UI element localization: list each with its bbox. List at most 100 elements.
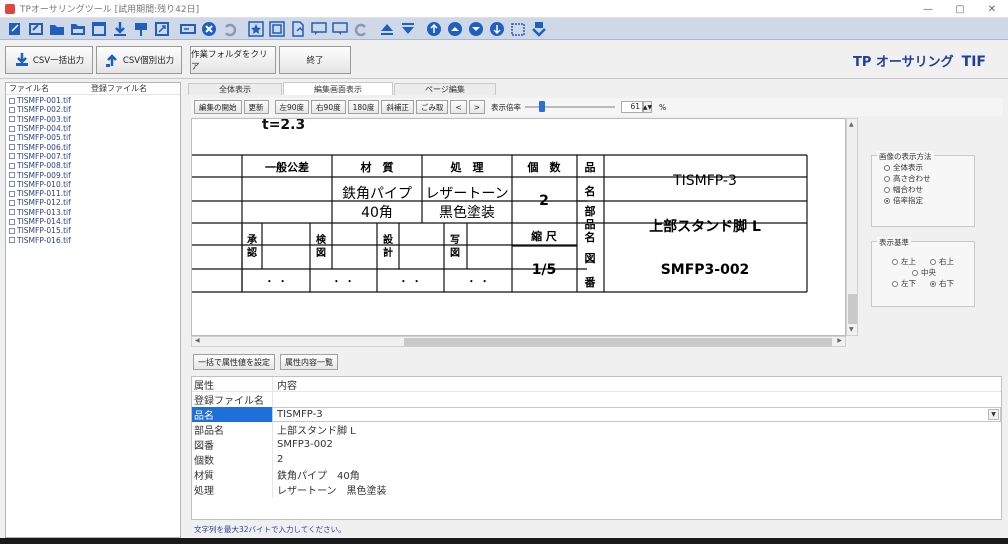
- file-checkbox[interactable]: [9, 162, 15, 169]
- file-checkbox[interactable]: [9, 116, 15, 123]
- file-list-item[interactable]: TISMFP-011.tif: [6, 189, 180, 198]
- file-checkbox[interactable]: [9, 227, 15, 234]
- tab-overview[interactable]: 全体表示: [188, 83, 282, 95]
- comment-icon[interactable]: [310, 21, 328, 37]
- arrow-up-icon[interactable]: [378, 21, 396, 37]
- redo-icon[interactable]: [352, 21, 370, 37]
- attribute-row[interactable]: 材質 鉄角パイプ 40角: [192, 467, 1001, 482]
- drawing-canvas[interactable]: t=2.3 一般公差 材 質 処 理 個 数 品 名 部 品 名 鉄角パイプ 4…: [191, 118, 846, 336]
- window2-icon[interactable]: [509, 21, 527, 37]
- rotate-180-button[interactable]: 180度: [347, 100, 380, 114]
- file-list-item[interactable]: TISMFP-007.tif: [6, 152, 180, 161]
- copy-icon[interactable]: [268, 20, 286, 37]
- file-checkbox[interactable]: [9, 134, 15, 141]
- window-icon[interactable]: [90, 21, 108, 37]
- import-icon[interactable]: [132, 21, 150, 37]
- attribute-list-button[interactable]: 属性内容一覧: [280, 354, 338, 370]
- file-checkbox[interactable]: [9, 181, 15, 188]
- horizontal-scroll-thumb[interactable]: [404, 338, 832, 346]
- tab-page-edit[interactable]: ページ編集: [394, 83, 496, 95]
- origin-center-radio[interactable]: 中央: [912, 267, 936, 278]
- attribute-value[interactable]: TISMFP-3 ▼: [272, 407, 1001, 422]
- download-icon[interactable]: [111, 21, 129, 37]
- nav1-icon[interactable]: [425, 21, 443, 37]
- rotate-left-button[interactable]: 左90度: [274, 100, 310, 114]
- file-list-item[interactable]: TISMFP-009.tif: [6, 170, 180, 180]
- display-method-radio[interactable]: 高さ合わせ: [884, 173, 974, 184]
- file-checkbox[interactable]: [9, 97, 15, 104]
- chevron-down-icon[interactable]: ▼: [988, 409, 999, 420]
- denoise-button[interactable]: ごみ取: [415, 100, 449, 114]
- file-checkbox[interactable]: [9, 209, 15, 216]
- nav-down2-icon[interactable]: [488, 21, 506, 37]
- bulk-set-attributes-button[interactable]: 一括で属性値を設定: [193, 354, 275, 370]
- save-icon[interactable]: [530, 21, 548, 37]
- file-list-item[interactable]: TISMFP-014.tif: [6, 217, 180, 226]
- attribute-row[interactable]: 品名 TISMFP-3 ▼: [192, 407, 1001, 422]
- star-icon[interactable]: [247, 20, 265, 37]
- display-method-radio[interactable]: 全体表示: [884, 162, 974, 173]
- scroll-up-icon[interactable]: ▲: [849, 121, 854, 128]
- attribute-value[interactable]: 鉄角パイプ 40角: [272, 467, 1001, 482]
- canvas-horizontal-scrollbar[interactable]: ◀ ▶: [191, 336, 846, 347]
- arrow-down-icon[interactable]: [399, 21, 417, 37]
- attribute-row[interactable]: 登録ファイル名: [192, 392, 1001, 407]
- attribute-value[interactable]: 上部スタンド脚 L: [272, 422, 1001, 437]
- file-checkbox[interactable]: [9, 237, 15, 244]
- file-list-item[interactable]: TISMFP-002.tif: [6, 105, 180, 114]
- file-list-item[interactable]: TISMFP-012.tif: [6, 198, 180, 207]
- minimize-button[interactable]: —: [912, 0, 944, 18]
- scroll-down-icon[interactable]: ▼: [849, 326, 854, 333]
- undo-icon[interactable]: [221, 21, 239, 37]
- attribute-row[interactable]: 図番 SMFP3-002: [192, 437, 1001, 452]
- maximize-button[interactable]: ▢: [944, 0, 976, 18]
- zoom-slider-thumb[interactable]: [539, 101, 546, 112]
- file-list-item[interactable]: TISMFP-005.tif: [6, 133, 180, 142]
- origin-top-left-radio[interactable]: 左上: [892, 256, 930, 267]
- folder-open-icon[interactable]: [69, 21, 87, 37]
- file-checkbox[interactable]: [9, 153, 15, 160]
- start-edit-button[interactable]: 編集の開始: [194, 100, 242, 114]
- file-list-item[interactable]: TISMFP-010.tif: [6, 180, 180, 189]
- vertical-scroll-thumb[interactable]: [848, 294, 857, 324]
- attribute-row[interactable]: 部品名 上部スタンド脚 L: [192, 422, 1001, 437]
- zoom-input[interactable]: 61: [621, 101, 644, 113]
- close-button[interactable]: ✕: [976, 0, 1008, 18]
- attribute-row[interactable]: 処理 レザートーン 黒色塗装: [192, 482, 1001, 497]
- zoom-spinner[interactable]: ▲▼: [643, 101, 652, 113]
- file-list-item[interactable]: TISMFP-008.tif: [6, 161, 180, 170]
- display-method-radio[interactable]: 倍率指定: [884, 195, 974, 206]
- display-method-radio[interactable]: 幅合わせ: [884, 184, 974, 195]
- origin-top-right-radio[interactable]: 右上: [930, 256, 954, 267]
- attribute-value[interactable]: レザートーン 黒色塗装: [272, 482, 1001, 497]
- origin-bottom-left-radio[interactable]: 左下: [892, 278, 930, 289]
- attribute-value[interactable]: 2: [272, 452, 1001, 467]
- page-icon[interactable]: [289, 20, 307, 37]
- file-list-item[interactable]: TISMFP-003.tif: [6, 115, 180, 124]
- nav-up-icon[interactable]: [446, 21, 464, 37]
- file-checkbox[interactable]: [9, 125, 15, 132]
- file-list-item[interactable]: TISMFP-006.tif: [6, 142, 180, 152]
- file-list-item[interactable]: TISMFP-016.tif: [6, 235, 180, 245]
- scroll-right-icon[interactable]: ▶: [837, 337, 842, 344]
- clear-work-folder-button[interactable]: 作業フォルダをクリア: [190, 46, 276, 74]
- zoom-slider[interactable]: [525, 100, 616, 114]
- file-list-item[interactable]: TISMFP-015.tif: [6, 226, 180, 235]
- file-checkbox[interactable]: [9, 144, 15, 151]
- folder-icon[interactable]: [48, 21, 66, 37]
- col-registered-name[interactable]: 登録ファイル名: [88, 83, 147, 94]
- scroll-left-icon[interactable]: ◀: [195, 337, 200, 344]
- file-checkbox[interactable]: [9, 172, 15, 179]
- csv-bulk-export-button[interactable]: CSV一括出力: [5, 46, 93, 74]
- col-file-name[interactable]: ファイル名: [6, 83, 88, 94]
- canvas-vertical-scrollbar[interactable]: ▲ ▼: [846, 118, 858, 336]
- attribute-value[interactable]: [272, 392, 1001, 407]
- next-page-button[interactable]: >: [468, 100, 486, 114]
- origin-bottom-right-radio[interactable]: 右下: [930, 278, 954, 289]
- file-list-item[interactable]: TISMFP-001.tif: [6, 96, 180, 105]
- tab-edit-view[interactable]: 編集画面表示: [283, 82, 393, 95]
- skew-correct-button[interactable]: 斜補正: [381, 100, 414, 114]
- edit-icon[interactable]: [27, 21, 45, 37]
- delete-icon[interactable]: [200, 21, 218, 37]
- attribute-value[interactable]: SMFP3-002: [272, 437, 1001, 452]
